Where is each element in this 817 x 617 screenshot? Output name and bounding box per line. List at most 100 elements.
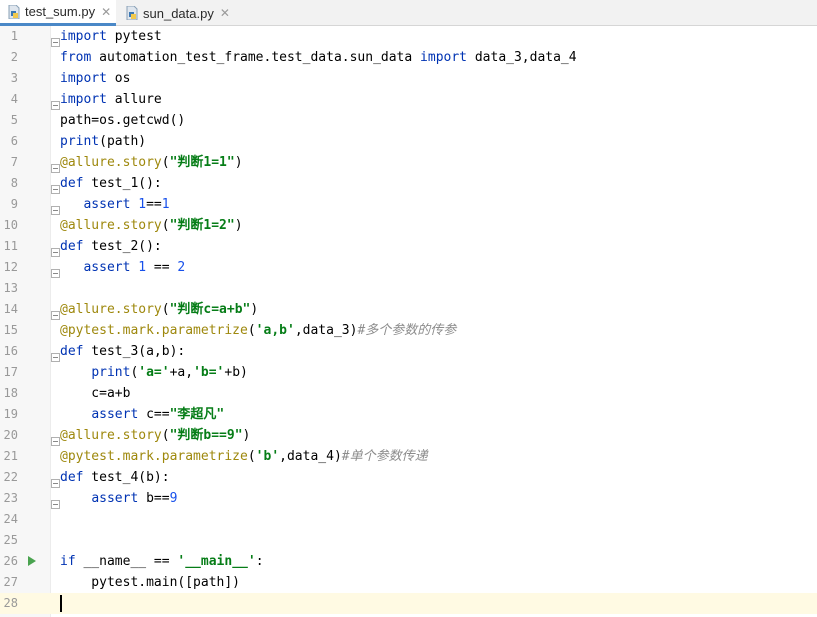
code-line[interactable]: 14 @allure.story("判断c=a+b"): [0, 299, 817, 320]
code-line[interactable]: 3 import os: [0, 68, 817, 89]
line-number: 5: [10, 113, 18, 127]
code-text: assert 1==1: [83, 197, 170, 212]
fold-icon[interactable]: [51, 347, 60, 362]
code-text: def test_1():: [60, 176, 162, 191]
code-text: import allure: [60, 92, 162, 107]
code-line[interactable]: 10 @allure.story("判断1=2"): [0, 215, 817, 236]
python-file-icon: [126, 5, 138, 21]
line-number: 3: [10, 71, 18, 85]
code-line[interactable]: 9 assert 1==1: [0, 194, 817, 215]
code-line[interactable]: 5 path=os.getcwd(): [0, 110, 817, 131]
line-number: 14: [3, 302, 18, 316]
line-number: 9: [10, 197, 18, 211]
code-text: print(path): [60, 134, 147, 149]
fold-icon[interactable]: [51, 305, 60, 320]
code-text: assert c=="李超凡": [91, 407, 225, 422]
code-text: print('a='+a,'b='+b): [91, 365, 248, 380]
line-number: 4: [10, 92, 18, 106]
code-text: assert b==9: [91, 491, 178, 506]
line-number: 27: [3, 575, 18, 589]
code-line[interactable]: 12 assert 1 == 2: [0, 257, 817, 278]
code-line[interactable]: 7 @allure.story("判断1=1"): [0, 152, 817, 173]
code-text: import pytest: [60, 29, 162, 44]
text-caret: [60, 595, 62, 612]
tab-test-sum[interactable]: test_sum.py ✕: [0, 0, 116, 26]
code-line[interactable]: 27 pytest.main([path]): [0, 572, 817, 593]
tab-label: sun_data.py: [143, 5, 214, 21]
tab-label: test_sum.py: [25, 4, 96, 19]
code-text: @pytest.mark.parametrize('b',data_4)#单个参…: [60, 449, 428, 464]
code-line[interactable]: 19 assert c=="李超凡": [0, 404, 817, 425]
line-number: 28: [3, 596, 18, 610]
code-line[interactable]: 13: [0, 278, 817, 299]
code-line[interactable]: 20 @allure.story("判断b==9"): [0, 425, 817, 446]
line-number: 11: [3, 239, 18, 253]
code-editor[interactable]: 1 import pytest 2 from automation_test_fram…: [0, 26, 817, 617]
close-icon[interactable]: ✕: [101, 5, 111, 19]
code-text: def test_4(b):: [60, 470, 170, 485]
code-text: @allure.story("判断b==9"): [60, 428, 251, 443]
code-line[interactable]: 11 def test_2():: [0, 236, 817, 257]
code-line[interactable]: 17 print('a='+a,'b='+b): [0, 362, 817, 383]
line-number: 26: [3, 554, 18, 568]
code-line[interactable]: 28: [0, 593, 817, 614]
fold-icon[interactable]: [51, 473, 60, 488]
fold-icon[interactable]: [51, 494, 60, 509]
code-text: path=os.getcwd(): [60, 113, 186, 128]
line-number: 13: [3, 281, 18, 295]
code-text: def test_3(a,b):: [60, 344, 186, 359]
run-icon[interactable]: [28, 556, 36, 566]
fold-icon[interactable]: [51, 95, 60, 110]
fold-icon[interactable]: [51, 431, 60, 446]
code-line[interactable]: 21 @pytest.mark.parametrize('b',data_4)#单…: [0, 446, 817, 467]
code-text: @allure.story("判断1=2"): [60, 218, 243, 233]
fold-icon[interactable]: [51, 242, 60, 257]
line-number: 1: [10, 29, 18, 43]
line-number: 17: [3, 365, 18, 379]
close-icon[interactable]: ✕: [220, 6, 230, 20]
code-line[interactable]: 2 from automation_test_frame.test_data.su…: [0, 47, 817, 68]
line-number: 15: [3, 323, 18, 337]
code-text: assert 1 == 2: [83, 260, 186, 275]
code-text: import os: [60, 71, 131, 86]
editor-tab-bar: test_sum.py ✕ sun_data.py ✕: [0, 0, 817, 26]
code-text: @allure.story("判断1=1"): [60, 155, 243, 170]
python-file-icon: [8, 4, 20, 19]
code-line[interactable]: 1 import pytest: [0, 26, 817, 47]
fold-icon[interactable]: [51, 158, 60, 173]
code-text: from automation_test_frame.test_data.sun…: [60, 50, 577, 65]
fold-icon[interactable]: [51, 263, 60, 278]
line-number: 25: [3, 533, 18, 547]
line-number: 23: [3, 491, 18, 505]
code-text: if __name__ == '__main__':: [60, 554, 264, 569]
line-number: 21: [3, 449, 18, 463]
code-text: c=a+b: [60, 386, 131, 401]
code-line[interactable]: 24: [0, 509, 817, 530]
code-line[interactable]: 18 c=a+b: [0, 383, 817, 404]
line-number: 12: [3, 260, 18, 274]
fold-icon[interactable]: [51, 179, 60, 194]
fold-icon[interactable]: [51, 32, 60, 47]
code-line[interactable]: 22 def test_4(b):: [0, 467, 817, 488]
tab-sun-data[interactable]: sun_data.py ✕: [118, 0, 230, 26]
line-number: 2: [10, 50, 18, 64]
code-line[interactable]: 15 @pytest.mark.parametrize('a,b',data_3)…: [0, 320, 817, 341]
line-number: 6: [10, 134, 18, 148]
line-number: 22: [3, 470, 18, 484]
line-number: 10: [3, 218, 18, 232]
code-line[interactable]: 6 print(path): [0, 131, 817, 152]
code-line[interactable]: 16 def test_3(a,b):: [0, 341, 817, 362]
fold-icon[interactable]: [51, 200, 60, 215]
code-line[interactable]: 25: [0, 530, 817, 551]
code-text: @pytest.mark.parametrize('a,b',data_3)#多…: [60, 323, 457, 338]
code-text: def test_2():: [60, 239, 162, 254]
line-number: 16: [3, 344, 18, 358]
code-line[interactable]: 4 import allure: [0, 89, 817, 110]
code-line[interactable]: 26 if __name__ == '__main__':: [0, 551, 817, 572]
line-number: 18: [3, 386, 18, 400]
line-number: 8: [10, 176, 18, 190]
code-text: pytest.main([path]): [60, 575, 241, 590]
code-line[interactable]: 23 assert b==9: [0, 488, 817, 509]
code-line[interactable]: 8 def test_1():: [0, 173, 817, 194]
code-text: @allure.story("判断c=a+b"): [60, 302, 259, 317]
